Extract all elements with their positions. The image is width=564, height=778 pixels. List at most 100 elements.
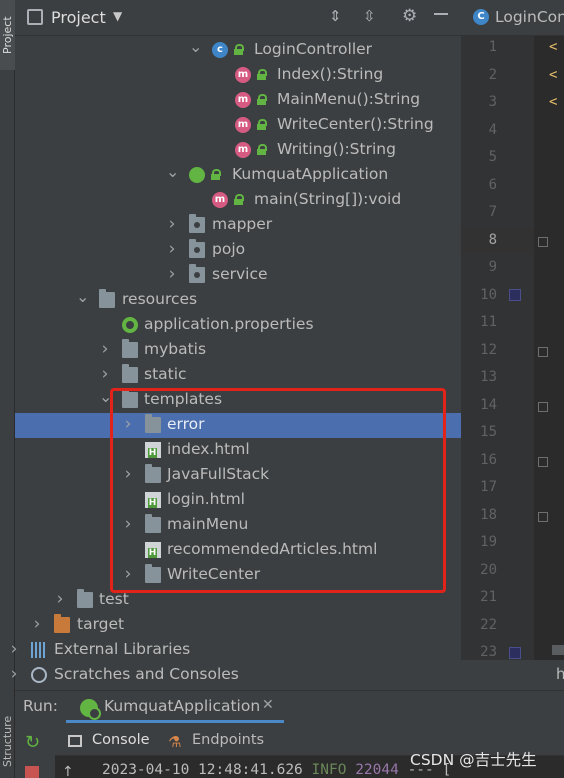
tree-item-label: Writing():String bbox=[277, 140, 396, 158]
tree-item[interactable]: › target bbox=[15, 613, 461, 638]
chevron-right-icon[interactable]: › bbox=[122, 514, 134, 534]
method-icon: m bbox=[235, 92, 251, 108]
fold-marker-icon[interactable] bbox=[538, 457, 548, 467]
collapse-all-icon[interactable]: ⇳ bbox=[363, 7, 376, 25]
chevron-right-icon[interactable]: › bbox=[31, 614, 43, 634]
tree-item[interactable]: ⌄ c LoginController bbox=[15, 37, 461, 63]
chevron-down-icon[interactable]: ▼ bbox=[113, 9, 122, 23]
chevron-down-icon[interactable]: ⌄ bbox=[76, 287, 89, 306]
tree-item-label: test bbox=[99, 590, 129, 608]
fold-marker-icon[interactable] bbox=[538, 402, 548, 412]
chevron-right-icon[interactable]: › bbox=[166, 264, 178, 284]
tree-item-label: error bbox=[167, 415, 205, 433]
tree-item[interactable]: › pojo bbox=[15, 238, 461, 263]
tree-item[interactable]: › External Libraries bbox=[11, 638, 461, 663]
editor-tab-label: LoginCon bbox=[495, 8, 564, 26]
line-number: 13 bbox=[480, 369, 497, 385]
tree-item[interactable]: m WriteCenter():String bbox=[15, 113, 461, 138]
tree-item-label: External Libraries bbox=[54, 640, 191, 658]
chevron-down-icon[interactable]: ⌄ bbox=[166, 162, 179, 181]
chevron-right-icon[interactable]: › bbox=[99, 364, 111, 384]
tree-item-label: resources bbox=[122, 290, 198, 308]
fold-marker-icon[interactable] bbox=[538, 347, 548, 357]
tree-item[interactable]: › mybatis bbox=[15, 338, 461, 363]
line-number: 3 bbox=[488, 94, 497, 110]
chevron-right-icon[interactable]: › bbox=[122, 564, 134, 584]
public-access-icon bbox=[257, 144, 267, 155]
folder-icon bbox=[122, 389, 138, 408]
tree-item-label: index.html bbox=[167, 440, 250, 458]
fold-marker-icon[interactable] bbox=[538, 237, 548, 247]
project-tool-tab[interactable]: Project bbox=[0, 0, 15, 70]
tree-item[interactable]: › service bbox=[15, 263, 461, 288]
tree-item[interactable]: › Scratches and Consoles bbox=[11, 663, 461, 688]
tree-item-label: WriteCenter():String bbox=[277, 115, 434, 133]
tree-item-label: mainMenu bbox=[167, 515, 249, 533]
rerun-icon[interactable]: ↻ bbox=[25, 732, 40, 753]
tree-item-label: application.properties bbox=[144, 315, 314, 333]
tree-item[interactable]: login.html bbox=[15, 488, 461, 513]
arrow-up-icon[interactable]: ↑ bbox=[62, 764, 74, 778]
console-icon bbox=[68, 735, 82, 747]
chevron-right-icon[interactable]: › bbox=[8, 639, 20, 659]
tree-item[interactable]: › WriteCenter bbox=[15, 563, 461, 588]
method-icon: m bbox=[212, 192, 228, 208]
structure-tool-tab[interactable]: Structure bbox=[0, 705, 15, 778]
expand-all-icon[interactable]: ⇕ bbox=[329, 7, 342, 25]
gutter-marker-icon[interactable] bbox=[509, 647, 521, 659]
line-number: 9 bbox=[488, 259, 497, 275]
editor-tab-logincontroller[interactable]: C LoginCon bbox=[473, 8, 564, 26]
run-tab-kumquatapplication[interactable]: KumquatApplication bbox=[104, 697, 260, 715]
chevron-right-icon[interactable]: › bbox=[122, 414, 134, 434]
chevron-right-icon[interactable]: › bbox=[54, 589, 66, 609]
tree-item[interactable]: index.html bbox=[15, 438, 461, 463]
public-access-icon bbox=[234, 194, 244, 205]
tree-item[interactable]: m Index():String bbox=[15, 63, 461, 88]
folder-icon bbox=[145, 464, 161, 483]
chevron-right-icon[interactable]: › bbox=[122, 464, 134, 484]
tree-item[interactable]: m main(String[]):void bbox=[15, 188, 461, 213]
tree-item[interactable]: m MainMenu():String bbox=[15, 88, 461, 113]
chevron-down-icon[interactable]: ⌄ bbox=[99, 387, 112, 406]
line-number: 6 bbox=[488, 176, 497, 193]
tree-item[interactable]: ⌄ resources bbox=[15, 287, 461, 313]
html-file-icon bbox=[145, 492, 161, 508]
tree-item[interactable]: m Writing():String bbox=[15, 138, 461, 163]
tree-item[interactable]: recommendedArticles.html bbox=[15, 538, 461, 563]
line-number: 20 bbox=[480, 561, 497, 578]
tab-console[interactable]: Console bbox=[92, 732, 150, 748]
log-level: INFO bbox=[311, 762, 347, 778]
tree-item[interactable]: › error bbox=[15, 413, 461, 438]
tree-item[interactable]: ⌄ KumquatApplication bbox=[15, 162, 461, 188]
code-glyph: < bbox=[549, 67, 558, 83]
chevron-right-icon[interactable]: › bbox=[8, 664, 20, 684]
tree-item[interactable]: › mainMenu bbox=[15, 513, 461, 538]
line-number: 2 bbox=[488, 66, 497, 83]
tree-item[interactable]: › static bbox=[15, 363, 461, 388]
project-panel-title[interactable]: Project bbox=[51, 8, 106, 27]
gutter-marker-icon[interactable] bbox=[509, 289, 521, 301]
tree-item-label: pojo bbox=[212, 240, 246, 258]
tree-item[interactable]: › mapper bbox=[15, 213, 461, 238]
tree-item[interactable]: › JavaFullStack bbox=[15, 463, 461, 488]
log-pid: 22044 bbox=[355, 762, 399, 778]
tree-item-label: MainMenu():String bbox=[277, 90, 421, 108]
tree-item-label: mybatis bbox=[144, 340, 207, 358]
tree-item[interactable]: ⌄ templates bbox=[15, 387, 461, 413]
tree-item[interactable]: application.properties bbox=[15, 313, 461, 338]
chevron-down-icon[interactable]: ⌄ bbox=[189, 37, 202, 56]
chevron-right-icon[interactable]: › bbox=[166, 214, 178, 234]
stop-icon[interactable] bbox=[25, 766, 39, 778]
package-icon bbox=[189, 239, 205, 258]
tree-item[interactable]: › test bbox=[15, 588, 461, 613]
gear-icon[interactable]: ⚙ bbox=[402, 6, 417, 26]
chevron-right-icon[interactable]: › bbox=[99, 339, 111, 359]
hide-panel-icon[interactable] bbox=[434, 13, 448, 15]
fold-marker-icon[interactable] bbox=[538, 512, 548, 522]
editor-scrollbar[interactable] bbox=[552, 645, 564, 655]
close-icon[interactable]: ✕ bbox=[262, 697, 274, 713]
tab-endpoints[interactable]: Endpoints bbox=[192, 732, 264, 748]
spring-boot-icon bbox=[80, 699, 101, 720]
excluded-folder-icon bbox=[54, 614, 70, 633]
chevron-right-icon[interactable]: › bbox=[166, 239, 178, 259]
